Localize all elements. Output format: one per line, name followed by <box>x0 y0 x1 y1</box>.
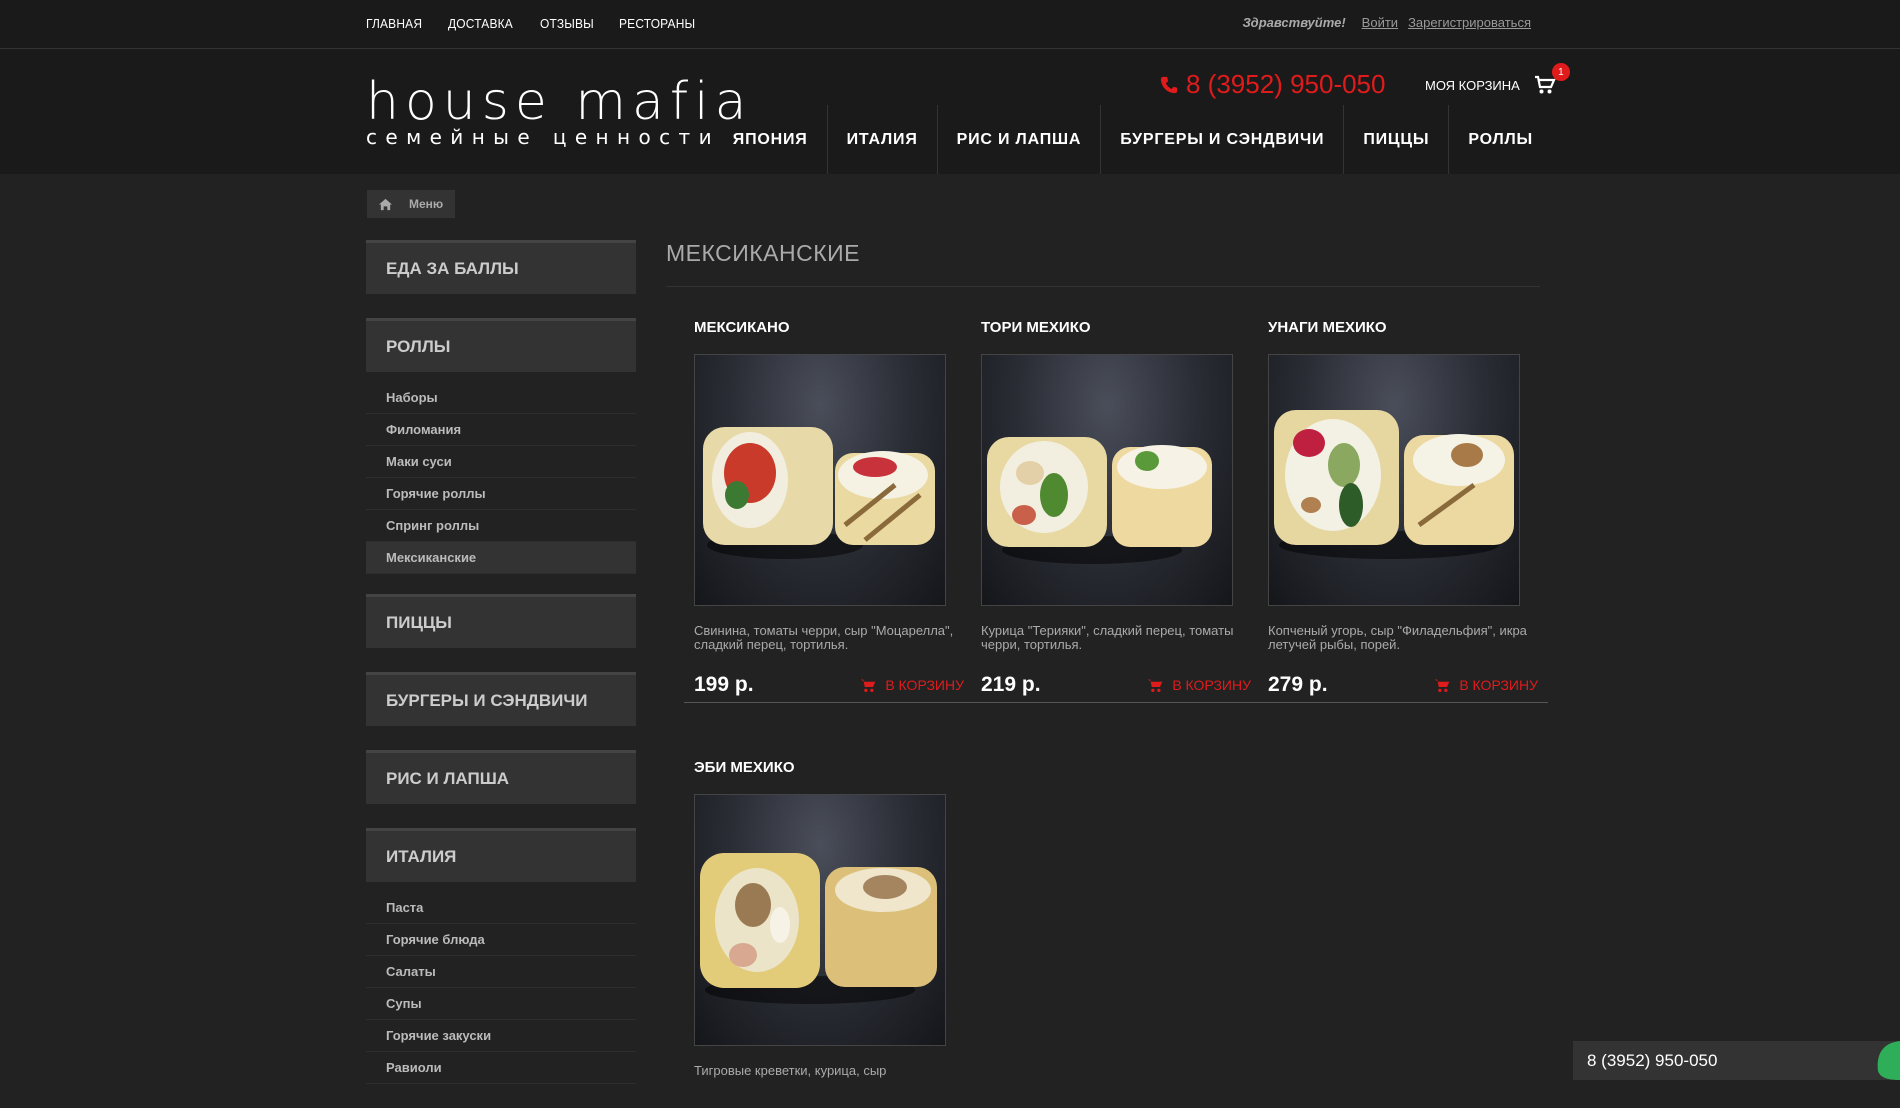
login-link[interactable]: Войти <box>1362 15 1398 30</box>
sidebar-cat-rolls[interactable]: РОЛЛЫ <box>366 318 636 372</box>
product-image[interactable] <box>1268 354 1520 606</box>
header: house mafia семейные ценности 8 (3952) 9… <box>0 49 1900 174</box>
product-price: 199 р. <box>694 673 754 696</box>
topnav-reviews[interactable]: ОТЗЫВЫ <box>540 16 594 31</box>
sidebar-item-soups[interactable]: Супы <box>366 988 636 1020</box>
leaf-icon <box>1877 1041 1900 1080</box>
cart-icon: 1 <box>1534 63 1570 95</box>
nav-italy[interactable]: ИТАЛИЯ <box>826 105 937 174</box>
add-to-cart-label: В КОРЗИНУ <box>885 677 964 693</box>
nav-japan[interactable]: ЯПОНИЯ <box>714 105 827 174</box>
product-description: Курица "Терияки", сладкий перец, томаты … <box>981 623 1234 652</box>
sidebar-cat-pizza[interactable]: ПИЦЦЫ <box>366 594 636 648</box>
product-image[interactable] <box>694 354 946 606</box>
product-card: УНАГИ МЕХИКО Копченый угорь, сыр "Филаде… <box>1258 319 1548 703</box>
product-image[interactable] <box>694 794 946 1046</box>
product-description: Тигровые креветки, курица, сыр <box>694 1063 887 1078</box>
top-nav: ГЛАВНАЯ ДОСТАВКА ОТЗЫВЫ РЕСТОРАНЫ <box>366 16 702 31</box>
top-bar: ГЛАВНАЯ ДОСТАВКА ОТЗЫВЫ РЕСТОРАНЫ Здравс… <box>0 0 1900 49</box>
logo-title: house mafia <box>366 72 753 132</box>
main-content: МЕКСИКАНСКИЕ МЕКСИКАНО Свинина, томаты ч… <box>666 240 1548 1078</box>
nav-rolls[interactable]: РОЛЛЫ <box>1448 105 1533 174</box>
cart-icon <box>1435 679 1450 692</box>
sidebar-item-mexican[interactable]: Мексиканские <box>366 542 636 574</box>
roll-illustration <box>1274 410 1514 559</box>
sidebar-item-salads[interactable]: Салаты <box>366 956 636 988</box>
sidebar-item-ravioli[interactable]: Равиоли <box>366 1052 636 1084</box>
home-icon[interactable] <box>367 190 403 218</box>
product-card: ЭБИ МЕХИКО Тигровые креветки, курица, сы… <box>694 759 964 1108</box>
auth-links: Здравствуйте! Войти Зарегистрироваться <box>1242 15 1531 30</box>
phone-number: 8 (3952) 950-050 <box>1186 69 1386 99</box>
cart-icon <box>1148 679 1163 692</box>
product-description: Копченый угорь, сыр "Филадельфия", икра … <box>1268 623 1527 652</box>
main-nav: ЯПОНИЯ ИТАЛИЯ РИС И ЛАПША БУРГЕРЫ И СЭНД… <box>714 105 1533 174</box>
italy-submenu: Паста Горячие блюда Салаты Супы Горячие … <box>366 892 636 1084</box>
product-footer: 279 р. В КОРЗИНУ <box>1258 668 1548 703</box>
sidebar-cat-rice[interactable]: РИС И ЛАПША <box>366 750 636 804</box>
cart-label: МОЯ КОРЗИНА <box>1425 77 1520 93</box>
cart[interactable]: МОЯ КОРЗИНА 1 <box>1425 63 1570 95</box>
sidebar-item-hot-dishes[interactable]: Горячие блюда <box>366 924 636 956</box>
page-title: МЕКСИКАНСКИЕ <box>666 240 1540 287</box>
product-description: Свинина, томаты черри, сыр "Моцарелла", … <box>694 623 954 652</box>
breadcrumb-menu[interactable]: Меню <box>403 197 455 211</box>
site-logo[interactable]: house mafia семейные ценности <box>366 72 753 149</box>
add-to-cart-button[interactable]: В КОРЗИНУ <box>1147 677 1251 693</box>
add-to-cart-button[interactable]: В КОРЗИНУ <box>1434 677 1538 693</box>
header-phone[interactable]: 8 (3952) 950-050 <box>1160 69 1385 100</box>
callback-phone-widget[interactable]: 8 (3952) 950-050 <box>1573 1041 1900 1080</box>
product-price: 279 р. <box>1268 673 1328 696</box>
greeting-text: Здравствуйте! <box>1242 15 1346 30</box>
sidebar-cat-italy[interactable]: ИТАЛИЯ <box>366 828 636 882</box>
sidebar-item-hot-appetizers[interactable]: Горячие закуски <box>366 1020 636 1052</box>
cart-icon <box>861 679 876 692</box>
sidebar-item-maki[interactable]: Маки суси <box>366 446 636 478</box>
product-card: ТОРИ МЕХИКО Курица "Терияки", сладкий пе… <box>971 319 1261 703</box>
sidebar-cat-burgers[interactable]: БУРГЕРЫ И СЭНДВИЧИ <box>366 672 636 726</box>
roll-illustration <box>700 853 937 1004</box>
sidebar-cat-points[interactable]: ЕДА ЗА БАЛЛЫ <box>366 240 636 294</box>
product-name[interactable]: УНАГИ МЕХИКО <box>1268 319 1538 354</box>
topnav-home[interactable]: ГЛАВНАЯ <box>366 16 422 31</box>
breadcrumb: Меню <box>367 190 456 218</box>
add-to-cart-label: В КОРЗИНУ <box>1172 677 1251 693</box>
add-to-cart-label: В КОРЗИНУ <box>1459 677 1538 693</box>
product-footer: 199 р. В КОРЗИНУ <box>684 668 974 703</box>
sidebar-item-sets[interactable]: Наборы <box>366 382 636 414</box>
product-name[interactable]: МЕКСИКАНО <box>694 319 964 354</box>
topnav-restaurants[interactable]: РЕСТОРАНЫ <box>619 16 695 31</box>
sidebar-item-pasta[interactable]: Паста <box>366 892 636 924</box>
nav-burgers[interactable]: БУРГЕРЫ И СЭНДВИЧИ <box>1100 105 1343 174</box>
product-image[interactable] <box>981 354 1233 606</box>
sidebar: ЕДА ЗА БАЛЛЫ РОЛЛЫ Наборы Филомания Маки… <box>366 240 636 1104</box>
footer-phone: 8 (3952) 950-050 <box>1587 1050 1718 1070</box>
rolls-submenu: Наборы Филомания Маки суси Горячие роллы… <box>366 382 636 574</box>
product-card: МЕКСИКАНО Свинина, томаты черри, сыр "Мо… <box>684 319 974 703</box>
roll-illustration <box>987 437 1212 564</box>
logo-tagline: семейные ценности <box>366 125 720 149</box>
topnav-delivery[interactable]: ДОСТАВКА <box>448 16 513 31</box>
product-footer: 219 р. В КОРЗИНУ <box>971 668 1261 703</box>
product-name[interactable]: ЭБИ МЕХИКО <box>694 759 964 794</box>
nav-rice-noodles[interactable]: РИС И ЛАПША <box>936 105 1101 174</box>
sidebar-item-filomania[interactable]: Филомания <box>366 414 636 446</box>
product-price: 219 р. <box>981 673 1041 696</box>
sidebar-item-spring-rolls[interactable]: Спринг роллы <box>366 510 636 542</box>
register-link[interactable]: Зарегистрироваться <box>1408 15 1531 30</box>
sidebar-item-hot-rolls[interactable]: Горячие роллы <box>366 478 636 510</box>
nav-pizza[interactable]: ПИЦЦЫ <box>1343 105 1448 174</box>
cart-count-badge: 1 <box>1551 63 1570 81</box>
add-to-cart-button[interactable]: В КОРЗИНУ <box>860 677 964 693</box>
phone-icon <box>1160 76 1178 93</box>
product-name[interactable]: ТОРИ МЕХИКО <box>981 319 1251 354</box>
roll-illustration <box>703 427 935 559</box>
